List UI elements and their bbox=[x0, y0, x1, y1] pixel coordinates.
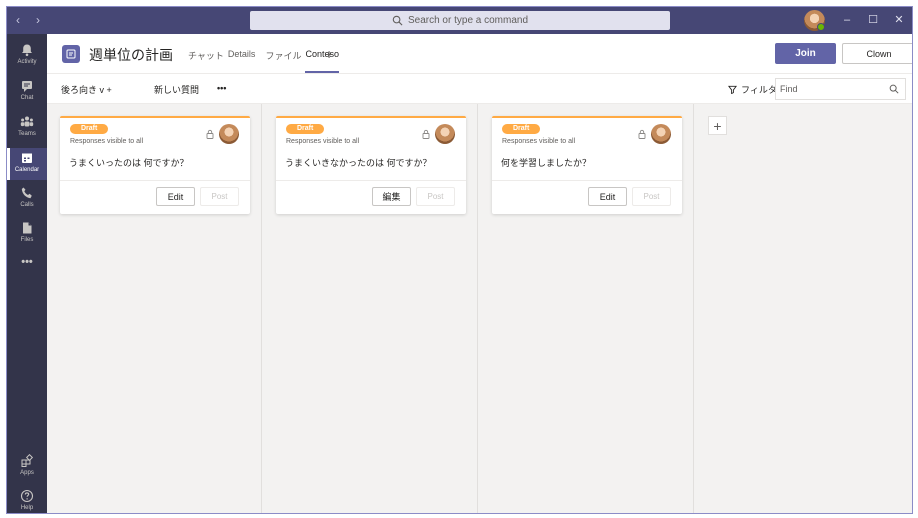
card-divider bbox=[276, 180, 466, 181]
visibility-text: Responses visible to all bbox=[70, 138, 144, 145]
rail-item-activity[interactable]: Activity bbox=[7, 43, 47, 73]
find-placeholder: Find bbox=[780, 84, 798, 94]
title-bar: ‹ › Search or type a command – ☐ ✕ bbox=[7, 7, 912, 34]
rail-label: Activity bbox=[17, 59, 37, 65]
question-card[interactable]: Draft Responses visible to all うまくいったのは … bbox=[60, 116, 250, 214]
find-input[interactable]: Find bbox=[775, 78, 906, 100]
rail-item-files[interactable]: Files bbox=[7, 221, 47, 251]
close-window-button[interactable]: ✕ bbox=[892, 13, 906, 27]
card-divider bbox=[492, 180, 682, 181]
presence-indicator-icon bbox=[817, 23, 825, 31]
card-divider bbox=[60, 180, 250, 181]
question-text: 何を学習しましたか？ bbox=[501, 158, 592, 168]
add-column-button[interactable]: + bbox=[708, 116, 727, 135]
file-icon bbox=[23, 222, 32, 234]
tab-chat[interactable]: チャット bbox=[188, 49, 224, 73]
filter-icon bbox=[728, 85, 737, 94]
rail-item-calendar[interactable]: Calendar bbox=[7, 148, 47, 180]
post-button[interactable]: Post bbox=[416, 187, 455, 206]
phone-icon bbox=[21, 187, 32, 199]
question-board: Draft Responses visible to all うまくいったのは … bbox=[47, 104, 912, 513]
draft-badge: Draft bbox=[70, 124, 109, 134]
board-column: Draft Responses visible to all うまくいきなかった… bbox=[263, 104, 478, 513]
search-icon bbox=[392, 15, 403, 26]
edit-button[interactable]: Edit bbox=[156, 187, 195, 206]
chat-icon bbox=[22, 81, 32, 92]
tab-bar: チャット Details ファイル Contoso bbox=[188, 49, 339, 73]
apps-icon bbox=[21, 454, 34, 467]
history-nav: ‹ › bbox=[13, 13, 43, 27]
rail-label: Calls bbox=[20, 202, 34, 208]
draft-badge: Draft bbox=[286, 124, 325, 134]
rail-label: Calendar bbox=[14, 167, 40, 173]
tab-details[interactable]: Details bbox=[228, 49, 256, 73]
minimize-button[interactable]: – bbox=[840, 13, 854, 27]
post-button[interactable]: Post bbox=[632, 187, 671, 206]
search-placeholder: Search or type a command bbox=[407, 15, 529, 26]
visibility-text: Responses visible to all bbox=[502, 138, 576, 145]
rail-item-more[interactable]: ••• bbox=[7, 256, 47, 272]
join-button[interactable]: Join bbox=[775, 43, 836, 64]
add-tab-button[interactable]: + bbox=[325, 46, 333, 62]
planner-app-icon bbox=[62, 45, 80, 63]
sort-dropdown[interactable]: 後ろ向き v + bbox=[61, 83, 112, 96]
teams-window: ‹ › Search or type a command – ☐ ✕ Activ… bbox=[6, 6, 913, 514]
more-icon: ••• bbox=[21, 256, 33, 268]
rail-label: Teams bbox=[18, 131, 36, 137]
question-text: うまくいったのは 何ですか？ bbox=[69, 158, 189, 168]
search-box[interactable]: Search or type a command bbox=[250, 11, 670, 30]
rail-label: Files bbox=[20, 237, 34, 243]
rail-label: Help bbox=[20, 505, 34, 511]
calendar-icon bbox=[22, 153, 32, 163]
edit-button[interactable]: 編集 bbox=[372, 187, 411, 206]
teams-icon bbox=[20, 116, 34, 127]
rail-item-chat[interactable]: Chat bbox=[7, 79, 47, 109]
lock-icon bbox=[422, 129, 430, 139]
back-arrow-icon[interactable]: ‹ bbox=[13, 13, 23, 27]
rail-item-calls[interactable]: Calls bbox=[7, 186, 47, 216]
rail-item-teams[interactable]: Teams bbox=[7, 115, 47, 145]
lock-icon bbox=[206, 129, 214, 139]
close-button[interactable]: Clown bbox=[842, 43, 912, 64]
author-avatar bbox=[651, 124, 671, 144]
post-button[interactable]: Post bbox=[200, 187, 239, 206]
maximize-button[interactable]: ☐ bbox=[866, 13, 880, 27]
lock-icon bbox=[638, 129, 646, 139]
help-icon bbox=[20, 489, 34, 503]
new-question-button[interactable]: 新しい質問 bbox=[154, 83, 199, 96]
edit-button[interactable]: Edit bbox=[588, 187, 627, 206]
app-rail: Activity Chat Teams Calendar Calls Files… bbox=[7, 34, 47, 513]
board-toolbar: 後ろ向き v + 新しい質問 ••• フィルター Find bbox=[47, 74, 912, 104]
forward-arrow-icon[interactable]: › bbox=[33, 13, 43, 27]
more-options-button[interactable]: ••• bbox=[217, 83, 226, 93]
author-avatar bbox=[219, 124, 239, 144]
question-card[interactable]: Draft Responses visible to all 何を学習しましたか… bbox=[492, 116, 682, 214]
board-column: Draft Responses visible to all 何を学習しましたか… bbox=[479, 104, 694, 513]
rail-label: Chat bbox=[20, 95, 34, 101]
tab-contoso[interactable]: Contoso bbox=[305, 49, 339, 73]
rail-label: Apps bbox=[20, 470, 34, 476]
rail-item-help[interactable]: Help bbox=[7, 489, 47, 513]
rail-item-apps[interactable]: Apps bbox=[7, 454, 47, 484]
search-icon[interactable] bbox=[889, 84, 899, 94]
author-avatar bbox=[435, 124, 455, 144]
draft-badge: Draft bbox=[502, 124, 541, 134]
bell-icon bbox=[22, 44, 32, 57]
board-column: Draft Responses visible to all うまくいったのは … bbox=[47, 104, 262, 513]
page-title: 週単位の計画 bbox=[89, 47, 173, 63]
visibility-text: Responses visible to all bbox=[286, 138, 360, 145]
question-card[interactable]: Draft Responses visible to all うまくいきなかった… bbox=[276, 116, 466, 214]
question-text: うまくいきなかったのは 何ですか？ bbox=[285, 158, 432, 168]
tab-files[interactable]: ファイル bbox=[265, 49, 301, 73]
channel-header: 週単位の計画 チャット Details ファイル Contoso + Join … bbox=[47, 34, 912, 74]
